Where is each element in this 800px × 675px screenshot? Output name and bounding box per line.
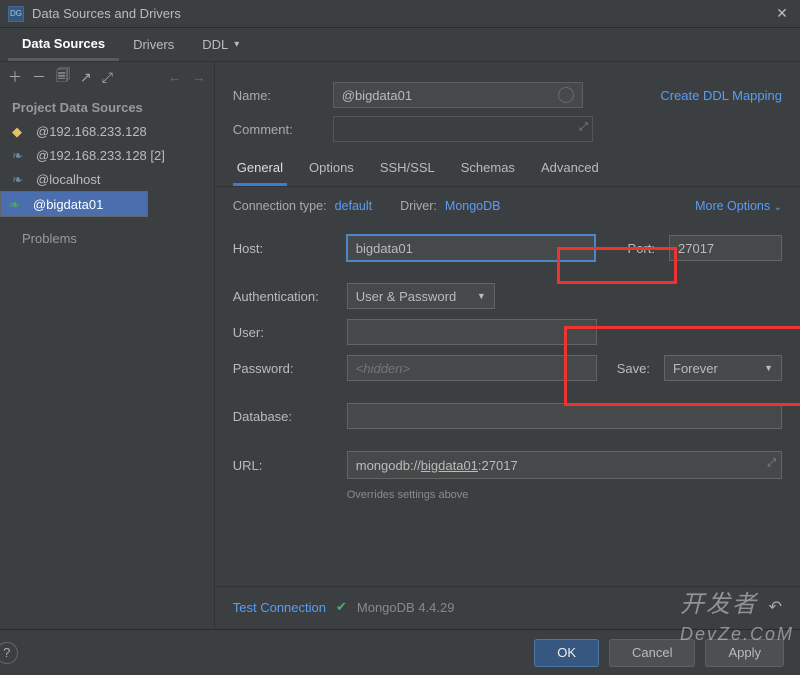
comment-input[interactable]: ⤢	[333, 116, 593, 142]
datasource-label: @bigdata01	[33, 197, 103, 212]
close-icon[interactable]: ✕	[772, 5, 792, 22]
password-label: Password:	[233, 361, 333, 376]
expand-icon[interactable]: ⤢	[767, 457, 776, 470]
tab-data-sources[interactable]: Data Sources	[8, 28, 119, 61]
expand-icon[interactable]: ⤢	[579, 121, 588, 134]
datasource-label: @localhost	[36, 172, 101, 187]
datasource-label: @192.168.233.128	[36, 124, 147, 139]
redo-icon[interactable]: →	[192, 69, 206, 85]
sidebar-heading: Project Data Sources	[0, 92, 214, 119]
titlebar: DG Data Sources and Drivers ✕	[0, 0, 800, 28]
test-connection-row: Test Connection ✔ MongoDB 4.4.29 ↶	[215, 586, 800, 627]
button-bar: ? OK Cancel Apply	[0, 629, 800, 675]
name-input[interactable]: @bigdata01	[333, 82, 583, 108]
window-title: Data Sources and Drivers	[32, 6, 772, 21]
add-icon[interactable]: ＋	[8, 67, 22, 87]
port-input[interactable]	[669, 235, 782, 261]
dialog-body: ＋ － 🗐 ↗ ⤢ ← → Project Data Sources ◆ @19…	[0, 62, 800, 675]
apply-button[interactable]: Apply	[705, 639, 784, 667]
url-suffix: :27017	[478, 458, 518, 473]
subtab-schemas[interactable]: Schemas	[457, 160, 519, 186]
app-icon: DG	[8, 6, 24, 22]
datasource-label: @192.168.233.128 [2]	[36, 148, 165, 163]
url-hint: Overrides settings above	[347, 489, 782, 501]
subtab-options[interactable]: Options	[305, 160, 358, 186]
name-value: @bigdata01	[342, 88, 412, 103]
cancel-button[interactable]: Cancel	[609, 639, 695, 667]
user-label: User:	[233, 325, 333, 340]
url-input[interactable]: mongodb://bigdata01:27017 ⤢	[347, 451, 782, 479]
sidebar: ＋ － 🗐 ↗ ⤢ ← → Project Data Sources ◆ @19…	[0, 62, 215, 675]
subtab-general[interactable]: General	[233, 160, 287, 186]
database-label: Database:	[233, 409, 333, 424]
datasource-item[interactable]: ◆ @192.168.233.128	[0, 119, 214, 143]
datasource-item[interactable]: ❧ @192.168.233.128 [2]	[0, 143, 214, 167]
subtabs: General Options SSH/SSL Schemas Advanced	[215, 146, 800, 187]
comment-label: Comment:	[233, 122, 319, 137]
sidebar-toolbar: ＋ － 🗐 ↗ ⤢ ← →	[0, 62, 214, 92]
more-options-link[interactable]: More Options ⌄	[695, 199, 782, 213]
user-input[interactable]	[347, 319, 597, 345]
host-input[interactable]	[347, 235, 595, 261]
chevron-down-icon: ▼	[477, 291, 486, 301]
form: Host: Port: Authentication: User & Passw…	[215, 225, 800, 501]
conntype-label: Connection type:	[233, 199, 327, 213]
auth-label: Authentication:	[233, 289, 333, 304]
check-icon: ✔	[336, 599, 347, 615]
datasource-item[interactable]: ❧ @localhost	[0, 167, 214, 191]
make-global-icon[interactable]: ↗	[80, 69, 92, 86]
undo-icon[interactable]: ←	[168, 69, 182, 85]
mongo-icon: ❧	[12, 172, 26, 186]
main-panel: Name: @bigdata01 Create DDL Mapping Comm…	[215, 62, 800, 675]
ok-button[interactable]: OK	[534, 639, 599, 667]
connection-type-row: Connection type: default Driver: MongoDB…	[215, 187, 800, 225]
url-host: bigdata01	[421, 458, 478, 473]
datasource-item-selected[interactable]: ❧ @bigdata01	[0, 191, 148, 217]
postgres-icon: ◆	[12, 124, 26, 138]
mongo-icon: ❧	[9, 197, 23, 211]
revert-icon[interactable]: ↶	[769, 597, 782, 617]
subtab-sshssl[interactable]: SSH/SSL	[376, 160, 439, 186]
tab-ddl[interactable]: DDL ▾	[188, 28, 253, 61]
save-value: Forever	[673, 361, 718, 376]
chevron-down-icon: ▼	[764, 363, 773, 373]
problems-section[interactable]: Problems	[0, 217, 214, 260]
host-label: Host:	[233, 241, 333, 256]
driver-value[interactable]: MongoDB	[445, 199, 501, 213]
subtab-advanced[interactable]: Advanced	[537, 160, 603, 186]
tab-ddl-label: DDL	[202, 37, 228, 52]
url-label: URL:	[233, 458, 333, 473]
auth-value: User & Password	[356, 289, 456, 304]
url-prefix: mongodb://	[356, 458, 421, 473]
chevron-down-icon: ⌄	[774, 202, 782, 213]
driver-version: MongoDB 4.4.29	[357, 600, 455, 615]
copy-icon[interactable]: 🗐	[56, 65, 70, 89]
test-connection-link[interactable]: Test Connection	[233, 600, 326, 615]
auth-select[interactable]: User & Password ▼	[347, 283, 495, 309]
name-label: Name:	[233, 88, 319, 103]
database-input[interactable]	[347, 403, 782, 429]
chevron-down-icon: ▾	[234, 39, 239, 50]
save-label: Save:	[617, 361, 650, 376]
help-button[interactable]: ?	[0, 642, 18, 664]
create-ddl-link[interactable]: Create DDL Mapping	[660, 88, 782, 103]
tab-drivers[interactable]: Drivers	[119, 28, 188, 61]
remove-icon[interactable]: －	[32, 67, 46, 87]
color-swatch-icon[interactable]	[558, 87, 574, 103]
expand-icon[interactable]: ⤢	[102, 69, 113, 86]
mongo-icon: ❧	[12, 148, 26, 162]
password-input[interactable]	[347, 355, 597, 381]
port-label: Port:	[628, 241, 655, 256]
dialog: DG Data Sources and Drivers ✕ Data Sourc…	[0, 0, 800, 675]
conntype-value[interactable]: default	[335, 199, 373, 213]
save-select[interactable]: Forever ▼	[664, 355, 782, 381]
top-tabs: Data Sources Drivers DDL ▾	[0, 28, 800, 62]
driver-label: Driver:	[400, 199, 437, 213]
